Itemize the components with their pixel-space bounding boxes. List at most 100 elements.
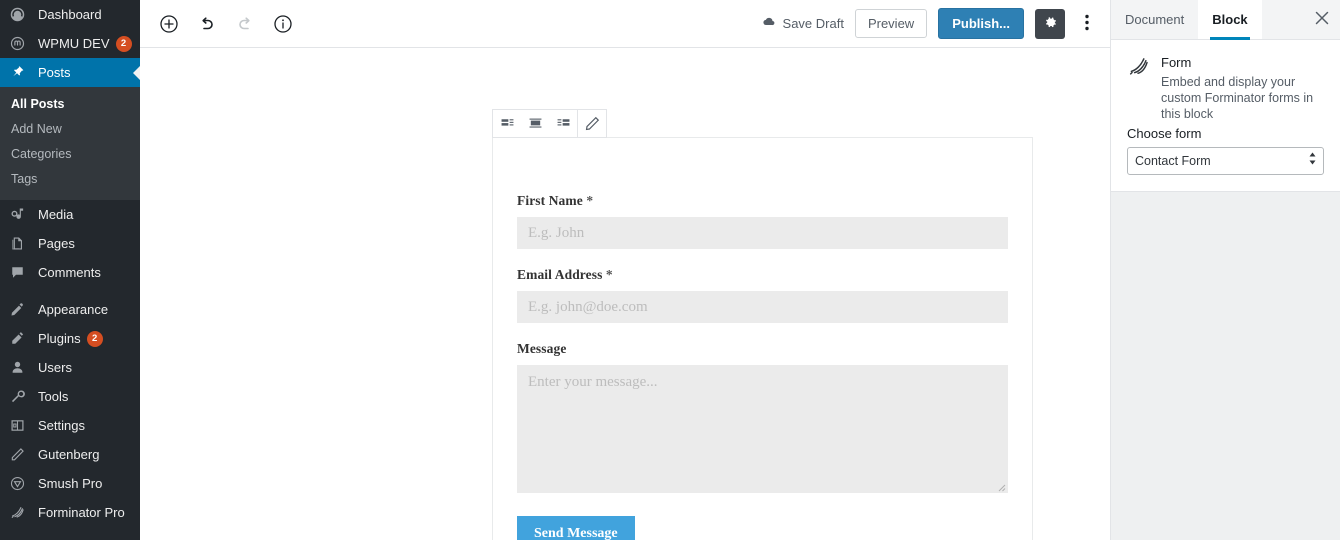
appearance-icon (10, 302, 30, 317)
editor-canvas: First Name * Email Address * Message (140, 48, 1110, 540)
settings-sidebar-empty-area (1111, 192, 1340, 540)
editor-main: Save Draft Preview Publish... (140, 0, 1110, 540)
wpmudev-icon (10, 36, 30, 51)
submenu-item-categories[interactable]: Categories (0, 142, 140, 167)
edit-block-button[interactable] (578, 110, 606, 137)
plugins-icon (10, 331, 30, 346)
sidebar-item-settings[interactable]: Settings (0, 411, 140, 440)
sidebar-item-comments[interactable]: Comments (0, 258, 140, 287)
align-center-button[interactable] (521, 110, 549, 137)
forminator-icon (10, 505, 30, 520)
editor-top-toolbar: Save Draft Preview Publish... (140, 0, 1110, 48)
choose-form-label: Choose form (1127, 126, 1324, 141)
sidebar-item-label: Smush Pro (38, 476, 102, 491)
sidebar-item-wpmu-dev[interactable]: WPMU DEV 2 (0, 29, 140, 58)
publish-button[interactable]: Publish... (938, 8, 1024, 39)
undo-button[interactable] (190, 7, 224, 41)
redo-button[interactable] (228, 7, 262, 41)
tab-document[interactable]: Document (1111, 0, 1198, 39)
sidebar-item-label: Pages (38, 236, 75, 251)
toolbar-right-group: Save Draft Preview Publish... (760, 8, 1100, 39)
posts-submenu: All Posts Add New Categories Tags (0, 87, 140, 200)
sidebar-item-plugins[interactable]: Plugins 2 (0, 324, 140, 353)
settings-tabs: Document Block (1111, 0, 1340, 40)
users-icon (10, 360, 30, 375)
tab-block[interactable]: Block (1198, 0, 1261, 39)
wordpress-block-editor: Dashboard WPMU DEV 2 Posts All Posts Add… (0, 0, 1340, 540)
sidebar-item-label: Appearance (38, 302, 108, 317)
email-field-group: Email Address * (517, 267, 1008, 323)
close-settings-button[interactable] (1304, 0, 1340, 39)
save-draft-label: Save Draft (783, 16, 844, 31)
pages-icon (10, 236, 30, 251)
sidebar-item-gutenberg[interactable]: Gutenberg (0, 440, 140, 469)
sidebar-badge-wpmu-dev: 2 (116, 36, 132, 52)
toolbar-left-group (152, 7, 300, 41)
settings-gear-button[interactable] (1035, 9, 1065, 39)
sidebar-item-appearance[interactable]: Appearance (0, 295, 140, 324)
email-label: Email Address * (517, 267, 1008, 283)
block-title: Form (1161, 54, 1324, 71)
message-field-group: Message (517, 341, 1008, 493)
smush-icon (10, 476, 30, 491)
gear-icon (1043, 15, 1058, 33)
sidebar-item-pages[interactable]: Pages (0, 229, 140, 258)
sidebar-item-tools[interactable]: Tools (0, 382, 140, 411)
media-icon (10, 207, 30, 222)
sidebar-divider (0, 287, 140, 295)
preview-button[interactable]: Preview (855, 9, 927, 38)
sidebar-item-dashboard[interactable]: Dashboard (0, 0, 140, 29)
email-input[interactable] (517, 291, 1008, 323)
align-left-button[interactable] (493, 110, 521, 137)
submenu-item-add-new[interactable]: Add New (0, 117, 140, 142)
sidebar-item-label: Comments (38, 265, 101, 280)
sidebar-item-label: Forminator Pro (38, 505, 125, 520)
submenu-item-all-posts[interactable]: All Posts (0, 92, 140, 117)
message-textarea[interactable] (517, 365, 1008, 493)
sidebar-item-label: Dashboard (38, 7, 102, 22)
tools-icon (10, 389, 30, 404)
block-floating-toolbar (492, 109, 607, 138)
forminator-icon (1127, 54, 1151, 83)
send-message-button[interactable]: Send Message (517, 516, 635, 540)
message-label: Message (517, 341, 1008, 357)
block-settings-panel: Form Embed and display your custom Formi… (1111, 40, 1340, 192)
sidebar-item-media[interactable]: Media (0, 200, 140, 229)
block-description: Embed and display your custom Forminator… (1161, 74, 1324, 122)
close-icon (1315, 11, 1329, 28)
more-options-button[interactable] (1076, 9, 1098, 39)
block-header: Form Embed and display your custom Formi… (1127, 54, 1324, 122)
contact-form: First Name * Email Address * Message (493, 138, 1032, 540)
kebab-menu-icon (1085, 14, 1089, 34)
add-block-button[interactable] (152, 7, 186, 41)
first-name-field-group: First Name * (517, 193, 1008, 249)
sidebar-item-users[interactable]: Users (0, 353, 140, 382)
comments-icon (10, 265, 30, 280)
pin-icon (10, 65, 30, 80)
forminator-form-block[interactable]: First Name * Email Address * Message (492, 137, 1033, 540)
choose-form-select[interactable]: Contact Form (1127, 147, 1324, 175)
block-header-text: Form Embed and display your custom Formi… (1161, 54, 1324, 122)
pencil-icon (10, 447, 30, 462)
sidebar-item-label: Settings (38, 418, 85, 433)
required-marker: * (583, 193, 593, 208)
save-draft-button[interactable]: Save Draft (760, 14, 844, 34)
settings-sidebar: Document Block Form Embed and display yo… (1110, 0, 1340, 540)
submenu-item-tags[interactable]: Tags (0, 167, 140, 192)
message-textarea-wrap (517, 365, 1008, 493)
admin-sidebar: Dashboard WPMU DEV 2 Posts All Posts Add… (0, 0, 140, 540)
align-right-button[interactable] (549, 110, 577, 137)
sidebar-item-forminator-pro[interactable]: Forminator Pro (0, 498, 140, 527)
settings-icon (10, 418, 30, 433)
first-name-input[interactable] (517, 217, 1008, 249)
required-marker: * (602, 267, 612, 282)
content-structure-button[interactable] (266, 7, 300, 41)
cloud-icon (760, 14, 777, 34)
sidebar-badge-plugins: 2 (87, 331, 103, 347)
sidebar-item-label: Media (38, 207, 73, 222)
sidebar-item-label: Plugins (38, 331, 81, 346)
sidebar-item-posts[interactable]: Posts (0, 58, 140, 87)
sidebar-item-smush-pro[interactable]: Smush Pro (0, 469, 140, 498)
sidebar-item-label: Gutenberg (38, 447, 99, 462)
sidebar-item-label: WPMU DEV (38, 36, 110, 51)
